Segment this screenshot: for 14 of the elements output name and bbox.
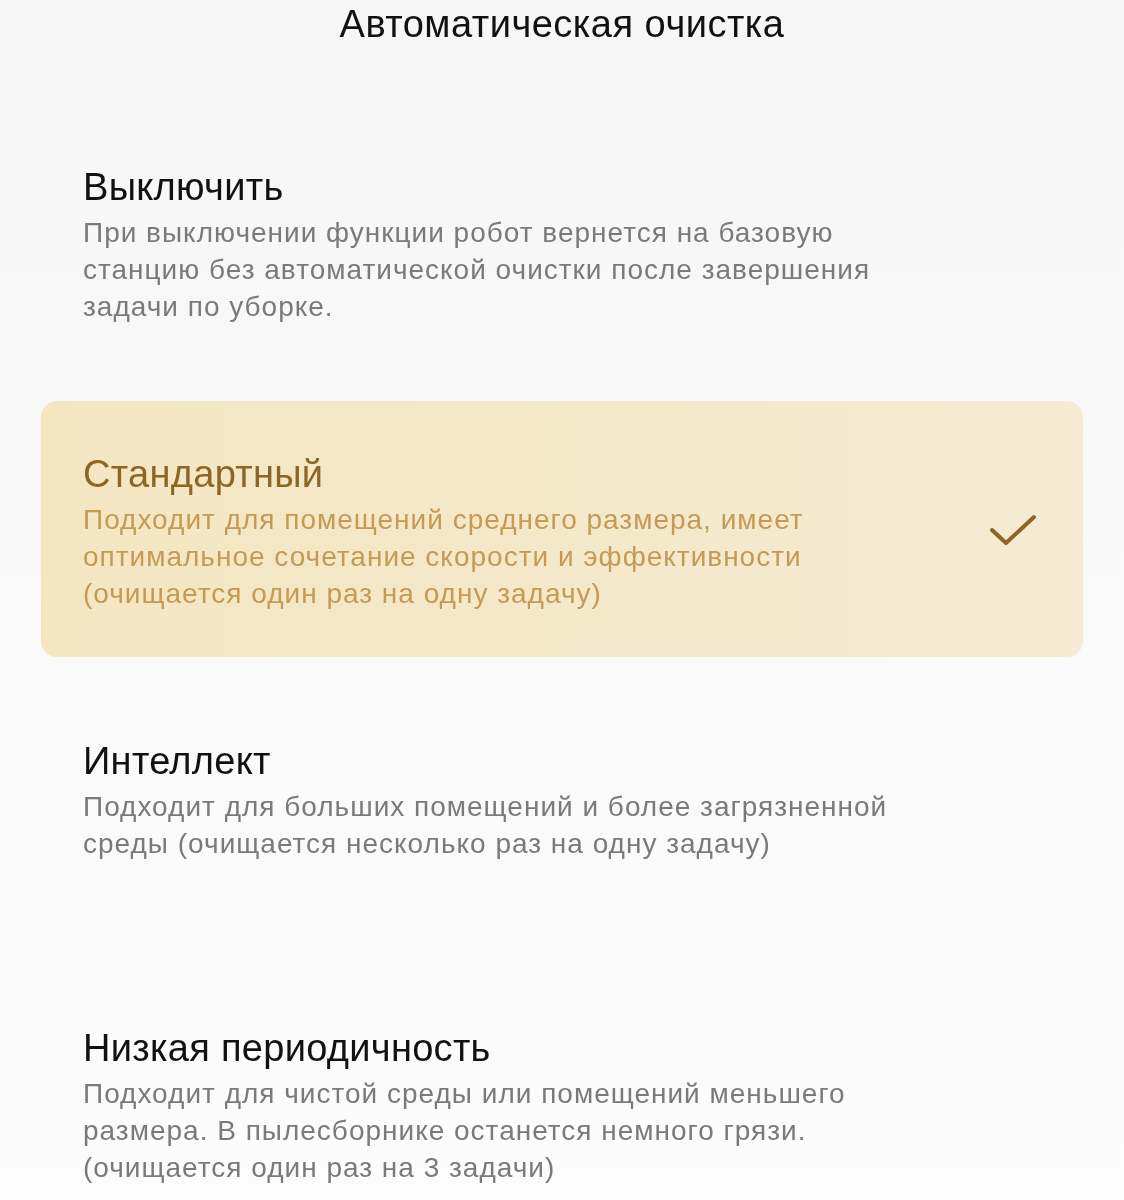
option-card[interactable]: Выключить При выключении функции робот вернется на базовую станцию без автоматической очистки после завершения задачи по уборке. bbox=[41, 114, 1083, 370]
option-description: Подходит для больших помещений и более загрязненной среды (очищается несколько раз на одну задачу) bbox=[83, 790, 889, 861]
option-title: Интеллект bbox=[83, 739, 272, 784]
option-title: Низкая периодичность bbox=[83, 1026, 492, 1071]
option-description: Подходит для помещений среднего размера, имеет оптимальное сочетание скорости и эффективности (очищается один раз на одну задачу) bbox=[83, 503, 805, 611]
checkmark-icon bbox=[989, 513, 1037, 547]
page-title: Автоматическая очистка bbox=[338, 2, 786, 47]
option-card[interactable]: Стандартный Подходит для помещений среднего размера, имеет оптимальное сочетание скорости и эффективности (очищается один раз на одну задачу) bbox=[41, 401, 1083, 657]
option-card[interactable]: Интеллект Подходит для больших помещений и более загрязненной среды (очищается несколько раз на одну задачу) bbox=[41, 688, 1083, 944]
option-description: При выключении функции робот вернется на базовую станцию без автоматической очистки после завершения задачи по уборке. bbox=[83, 216, 872, 324]
option-title: Выключить bbox=[83, 165, 285, 210]
option-title: Стандартный bbox=[83, 452, 325, 497]
option-description: Подходит для чистой среды или помещений меньшего размера. В пылесборнике останется немного грязи. (очищается один раз на 3 задачи) bbox=[83, 1077, 847, 1185]
option-card[interactable]: Низкая периодичность Подходит для чистой среды или помещений меньшего размера. В пылесборнике останется немного грязи. (очищается один раз на 3 задачи) bbox=[41, 975, 1083, 1200]
